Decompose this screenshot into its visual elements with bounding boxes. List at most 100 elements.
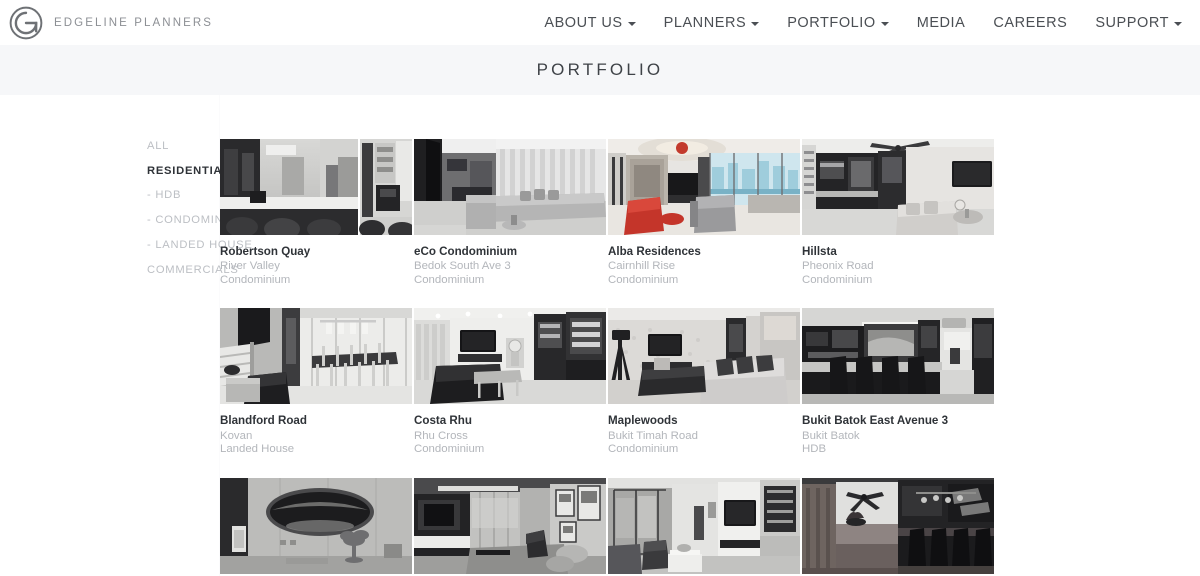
brand-name: EDGELINE PLANNERS	[54, 16, 214, 29]
sidebar-item-hdb[interactable]: - HDB	[147, 190, 219, 201]
project-caption: Alba Residences Cairnhill Rise Condomini…	[608, 235, 800, 287]
nav-item-careers[interactable]: CAREERS	[979, 9, 1081, 37]
project-thumbnail-robertson-quay[interactable]	[220, 139, 412, 235]
portfolio-gallery: Robertson Quay River Valley Condominium	[220, 95, 1200, 576]
portfolio-card[interactable]: eCo Condominium Bedok South Ave 3 Condom…	[414, 139, 606, 287]
living-room-red-armchair-window-image	[608, 139, 800, 235]
project-title: Robertson Quay	[220, 245, 311, 258]
project-location: Pheonix Road	[802, 260, 874, 273]
stairs-dining-glass-wall-image	[220, 308, 412, 405]
page-title: PORTFOLIO	[536, 60, 664, 79]
project-type: Condominium	[414, 443, 485, 456]
chevron-down-icon	[1174, 21, 1182, 26]
project-type: Condominium	[414, 273, 485, 286]
nav-label: PLANNERS	[663, 14, 747, 31]
nav-label: PORTFOLIO	[787, 14, 876, 31]
portfolio-card[interactable]: Blandford Road Kovan Landed House	[220, 308, 412, 456]
chevron-down-icon	[751, 21, 760, 26]
grid-row-spacer	[220, 457, 994, 478]
page-content: ALL RESIDENTIALS - HDB - CONDOMINIUM - L…	[0, 95, 1200, 576]
nav-label: SUPPORT	[1095, 14, 1169, 31]
portfolio-card[interactable]: Maplewoods Bukit Timah Road Condominium	[608, 308, 800, 456]
chevron-down-icon	[880, 21, 889, 26]
site-header: EDGELINE PLANNERS ABOUT US PLANNERS PORT…	[0, 0, 1200, 45]
project-thumbnail-hillsta[interactable]	[802, 139, 994, 235]
project-title: Alba Residences	[608, 245, 701, 258]
project-thumbnail-maplewoods[interactable]	[608, 308, 800, 405]
portfolio-card[interactable]: Robertson Quay River Valley Condominium	[220, 139, 412, 287]
project-type: Condominium	[608, 273, 679, 286]
portfolio-card[interactable]: Alba Residences Cairnhill Rise Condomini…	[608, 139, 800, 287]
project-location: Rhu Cross	[414, 429, 468, 442]
project-thumbnail-row3-2[interactable]	[414, 477, 606, 574]
project-thumbnail-row3-4[interactable]	[802, 477, 994, 574]
project-title: Hillsta	[802, 245, 837, 258]
project-thumbnail-bukit-batok-east-avenue-3[interactable]	[802, 308, 994, 405]
project-thumbnail-blandford-road[interactable]	[220, 308, 412, 405]
project-location: Bukit Batok	[802, 429, 860, 442]
project-title: Bukit Batok East Avenue 3	[802, 414, 949, 428]
sidebar-item-commercials[interactable]: COMMERCIALS	[147, 264, 238, 276]
project-title: Blandford Road	[220, 414, 307, 428]
sidebar-item-landed-house[interactable]: - LANDED HOUSE	[147, 239, 252, 251]
project-location: Kovan	[220, 429, 253, 442]
project-thumbnail-alba-residences[interactable]	[608, 139, 800, 235]
kitchen-island-dark-split-image	[220, 139, 412, 235]
brand-logo-link[interactable]: EDGELINE PLANNERS	[8, 5, 213, 41]
sidebar-item-residentials[interactable]: RESIDENTIALS	[147, 165, 237, 177]
nav-label: ABOUT US	[544, 14, 623, 31]
living-room-ceiling-fan-tv-image	[802, 139, 994, 235]
nav-item-support[interactable]: SUPPORT	[1081, 9, 1186, 37]
nav-item-media[interactable]: MEDIA	[903, 9, 980, 37]
project-type: HDB	[802, 443, 827, 456]
project-title: eCo Condominium	[414, 245, 518, 258]
dark-wood-kitchen-dining-fan-image	[802, 477, 994, 574]
nav-item-planners[interactable]: PLANNERS	[650, 9, 774, 37]
edgeline-circle-e-logo-icon	[9, 5, 43, 39]
project-title: Costa Rhu	[414, 414, 472, 428]
project-caption: eCo Condominium Bedok South Ave 3 Condom…	[414, 235, 606, 287]
living-room-tripod-camera-sofa-image	[608, 308, 800, 405]
category-filter-sidebar: ALL RESIDENTIALS - HDB - CONDOMINIUM - L…	[0, 95, 252, 576]
project-location: Bukit Timah Road	[608, 429, 698, 442]
project-thumbnail-row3-3[interactable]	[608, 477, 800, 574]
nav-item-about-us[interactable]: ABOUT US	[530, 9, 649, 37]
portfolio-card[interactable]	[802, 477, 994, 574]
project-caption: Hillsta Pheonix Road Condominium	[802, 235, 994, 287]
portfolio-card[interactable]	[414, 477, 606, 574]
portfolio-card[interactable]	[220, 477, 412, 574]
project-type: Landed House	[220, 443, 295, 456]
project-caption: Bukit Batok East Avenue 3 Bukit Batok HD…	[802, 404, 994, 456]
nav-label: CAREERS	[993, 14, 1068, 31]
project-thumbnail-costa-rhu[interactable]	[414, 308, 606, 405]
project-type: Condominium	[220, 273, 291, 286]
project-caption: Robertson Quay River Valley Condominium	[220, 235, 412, 287]
project-caption: Costa Rhu Rhu Cross Condominium	[414, 404, 606, 456]
living-room-glass-partition-tv-image	[608, 477, 800, 574]
nav-item-portfolio[interactable]: PORTFOLIO	[773, 9, 902, 37]
project-type: Condominium	[608, 443, 679, 456]
portfolio-card[interactable]: Costa Rhu Rhu Cross Condominium	[414, 308, 606, 456]
project-caption: Blandford Road Kovan Landed House	[220, 404, 412, 456]
project-location: Cairnhill Rise	[608, 260, 676, 273]
sidebar-item-condominium[interactable]: - CONDOMINIUM	[147, 214, 246, 226]
portfolio-card[interactable]	[608, 477, 800, 574]
grid-row-spacer	[220, 287, 994, 308]
long-living-room-tv-dark-sofa-image	[414, 308, 606, 405]
living-room-tv-wall-art-frames-image	[414, 477, 606, 574]
dark-kitchen-bar-counter-image	[802, 308, 994, 405]
project-thumbnail-eco-condominium[interactable]	[414, 139, 606, 235]
chevron-down-icon	[627, 21, 636, 26]
portfolio-card[interactable]: Hillsta Pheonix Road Condominium	[802, 139, 994, 287]
bedroom-oval-mirror-console-image	[220, 477, 412, 574]
project-location: River Valley	[220, 260, 280, 273]
project-type: Condominium	[802, 273, 873, 286]
page-title-band: PORTFOLIO	[0, 45, 1200, 95]
sidebar-item-all[interactable]: ALL	[147, 140, 219, 152]
portfolio-card[interactable]: Bukit Batok East Avenue 3 Bukit Batok HD…	[802, 308, 994, 456]
project-location: Bedok South Ave 3	[414, 260, 511, 273]
project-thumbnail-row3-1[interactable]	[220, 477, 412, 574]
nav-label: MEDIA	[916, 14, 966, 31]
project-caption: Maplewoods Bukit Timah Road Condominium	[608, 404, 800, 456]
project-title: Maplewoods	[608, 414, 678, 428]
